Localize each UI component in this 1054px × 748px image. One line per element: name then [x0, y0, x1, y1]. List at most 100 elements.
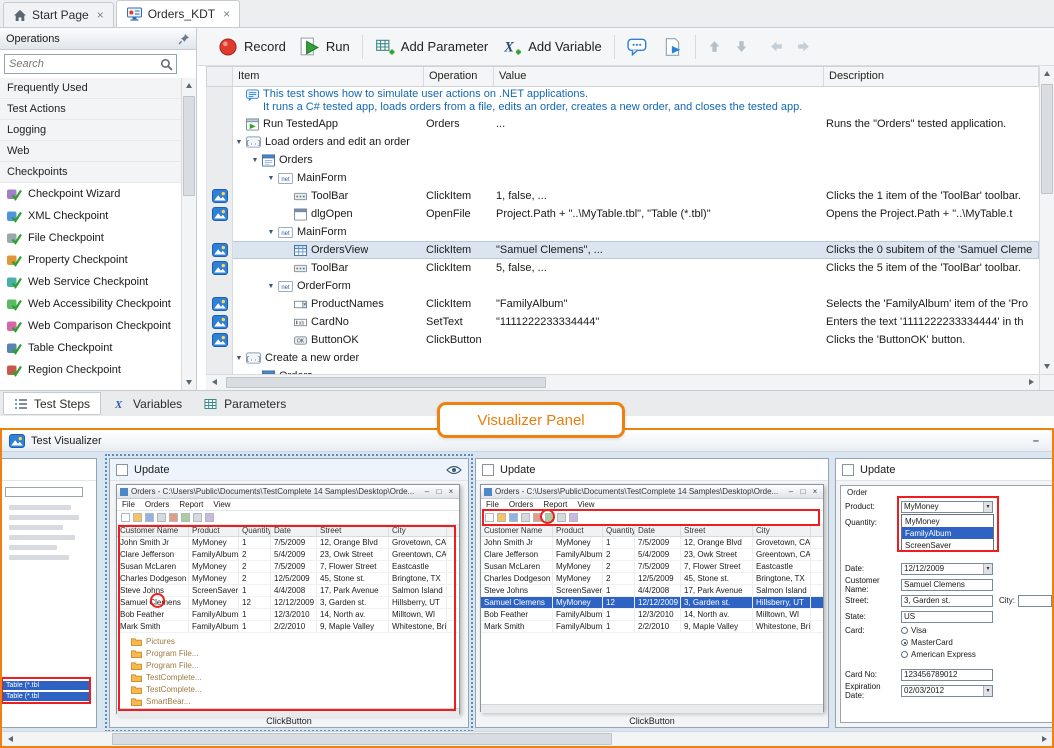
field-input[interactable]: US	[901, 611, 993, 623]
scrollbar-thumb[interactable]	[226, 377, 546, 388]
add-variable-button[interactable]: X Add Variable	[495, 33, 608, 61]
dropdown-button[interactable]: ▾	[983, 564, 992, 574]
test-step-row[interactable]: OKButtonOKClickButtonClicks the 'ButtonO…	[207, 331, 1039, 349]
operation-item-xml-checkpoint[interactable]: XML Checkpoint	[0, 205, 181, 227]
tab-parameters[interactable]: Parameters	[194, 392, 296, 415]
comment-row[interactable]: This test shows how to simulate user act…	[207, 87, 1039, 115]
indent-button[interactable]	[790, 37, 817, 56]
test-step-group-row[interactable]: ▼{..}Load orders and edit an order	[207, 133, 1039, 151]
test-step-row[interactable]: ▼netMainForm	[207, 169, 1039, 187]
run-button[interactable]: Run	[293, 33, 357, 61]
outdent-button[interactable]	[763, 37, 790, 56]
expander-icon[interactable]: ▼	[265, 175, 277, 182]
dropdown-button[interactable]: ▾	[983, 686, 992, 696]
sidebar-scrollbar[interactable]	[181, 78, 196, 390]
visualizer-image-icon[interactable]	[212, 297, 228, 311]
operation-item-file-checkpoint[interactable]: File Checkpoint	[0, 227, 181, 249]
expander-icon[interactable]: ▼	[233, 139, 245, 146]
search-icon[interactable]	[160, 58, 173, 71]
tab-test-steps[interactable]: Test Steps	[3, 392, 101, 415]
field-input[interactable]: 123456789012	[901, 669, 993, 681]
test-step-row[interactable]: ProductNamesClickItem"FamilyAlbum"Select…	[207, 295, 1039, 313]
field-input[interactable]: 02/03/2012▾	[901, 685, 993, 697]
operations-group-checkpoints[interactable]: Checkpoints	[0, 162, 181, 183]
test-step-row[interactable]: abCardNoSetText"1111222233334444"Enters …	[207, 313, 1039, 331]
visualizer-thumbnail-1[interactable]: Update Orders - C:\Users\Public\Document…	[109, 458, 469, 728]
test-step-row[interactable]: ▼netOrderForm	[207, 277, 1039, 295]
scroll-down-button[interactable]	[1040, 359, 1054, 374]
close-icon[interactable]: ×	[97, 9, 104, 21]
expander-icon[interactable]: ▼	[233, 355, 245, 362]
visualizer-thumbnail-partial[interactable]: Table (*.tbl Table (*.tbl	[2, 458, 97, 728]
move-down-button[interactable]	[728, 37, 755, 56]
run-selected-step-button[interactable]	[656, 33, 690, 61]
test-step-row[interactable]: OrdersViewClickItem"Samuel Clemens", ...…	[207, 241, 1039, 259]
operation-item-web-comparison-checkpoint[interactable]: Web Comparison Checkpoint	[0, 315, 181, 337]
test-step-row[interactable]: ToolBarClickItem5, false, ...Clicks the …	[207, 259, 1039, 277]
expander-icon[interactable]: ▼	[265, 229, 277, 236]
operations-group-frequently-used[interactable]: Frequently Used	[0, 78, 181, 99]
thumbnail-checkbox[interactable]	[842, 464, 854, 476]
visualizer-image-icon[interactable]	[212, 189, 228, 203]
grid-vertical-scrollbar[interactable]	[1039, 66, 1054, 374]
eye-icon[interactable]	[446, 465, 462, 475]
minimize-button[interactable]: –	[1027, 435, 1045, 447]
field-input[interactable]: 3, Garden st.	[901, 595, 993, 607]
visualizer-scrollbar[interactable]	[2, 731, 1052, 746]
visualizer-image-icon[interactable]	[212, 315, 228, 329]
scrollbar-thumb[interactable]	[183, 96, 195, 196]
add-parameter-button[interactable]: Add Parameter	[368, 33, 495, 61]
tab-orders-kdt[interactable]: Orders_KDT ×	[116, 0, 240, 27]
visualizer-thumbnail-2[interactable]: Update Orders - C:\Users\Public\Document…	[475, 458, 829, 728]
xml-checkpoint-icon	[6, 209, 22, 223]
operations-group-test-actions[interactable]: Test Actions	[0, 99, 181, 120]
radio-visa[interactable]: Visa	[901, 626, 976, 635]
radio-mastercard[interactable]: MasterCard	[901, 638, 976, 647]
operation-item-table-checkpoint[interactable]: Table Checkpoint	[0, 337, 181, 359]
test-step-group-row[interactable]: ▼{..}Create a new order	[207, 349, 1039, 367]
expander-icon[interactable]: ▼	[249, 157, 261, 164]
add-comment-button[interactable]	[620, 34, 656, 60]
scroll-down-button[interactable]	[182, 375, 196, 390]
pin-icon[interactable]	[178, 33, 190, 45]
scroll-right-button[interactable]	[1023, 375, 1039, 390]
scroll-left-button[interactable]	[2, 732, 18, 747]
field-input[interactable]: 12/12/2009▾	[901, 563, 993, 575]
operations-group-logging[interactable]: Logging	[0, 120, 181, 141]
operation-item-property-checkpoint[interactable]: Property Checkpoint	[0, 249, 181, 271]
test-step-row[interactable]: ▼Orders	[207, 367, 1039, 374]
visualizer-image-icon[interactable]	[212, 207, 228, 221]
move-up-button[interactable]	[701, 37, 728, 56]
city-input[interactable]	[1018, 595, 1052, 607]
visualizer-thumbnail-3[interactable]: Update OrderProduct:MyMoney▾Quantity:Dat…	[835, 458, 1052, 728]
expander-icon[interactable]: ▼	[265, 283, 277, 290]
operation-item-web-accessibility-checkpoint[interactable]: Web Accessibility Checkpoint	[0, 293, 181, 315]
visualizer-image-icon[interactable]	[212, 333, 228, 347]
test-step-row[interactable]: ToolBarClickItem1, false, ...Clicks the …	[207, 187, 1039, 205]
operation-item-web-service-checkpoint[interactable]: Web Service Checkpoint	[0, 271, 181, 293]
scroll-left-button[interactable]	[206, 375, 222, 390]
operations-group-web[interactable]: Web	[0, 141, 181, 162]
scrollbar-thumb[interactable]	[1041, 84, 1053, 194]
test-step-row[interactable]: Run TestedAppOrders...Runs the "Orders" …	[207, 115, 1039, 133]
search-input[interactable]	[5, 58, 160, 70]
tab-start-page[interactable]: Start Page ×	[3, 2, 114, 27]
test-step-row[interactable]: ▼netMainForm	[207, 223, 1039, 241]
operation-item-region-checkpoint[interactable]: Region Checkpoint	[0, 359, 181, 381]
operation-item-checkpoint-wizard[interactable]: Checkpoint Wizard	[0, 183, 181, 205]
record-button[interactable]: Record	[211, 33, 293, 61]
scroll-right-button[interactable]	[1036, 732, 1052, 747]
thumbnail-checkbox[interactable]	[116, 464, 128, 476]
visualizer-image-icon[interactable]	[212, 243, 228, 257]
scrollbar-thumb[interactable]	[112, 733, 612, 745]
mini-toolbar-icon	[133, 513, 142, 522]
grid-horizontal-scrollbar[interactable]	[206, 374, 1039, 390]
radio-american-express[interactable]: American Express	[901, 650, 976, 659]
test-step-row[interactable]: dlgOpenOpenFileProject.Path + "..\MyTabl…	[207, 205, 1039, 223]
close-icon[interactable]: ×	[223, 8, 230, 20]
thumbnail-checkbox[interactable]	[482, 464, 494, 476]
tab-variables[interactable]: X Variables	[103, 392, 192, 415]
visualizer-image-icon[interactable]	[212, 261, 228, 275]
field-input[interactable]: Samuel Clemens	[901, 579, 993, 591]
test-step-row[interactable]: ▼Orders	[207, 151, 1039, 169]
